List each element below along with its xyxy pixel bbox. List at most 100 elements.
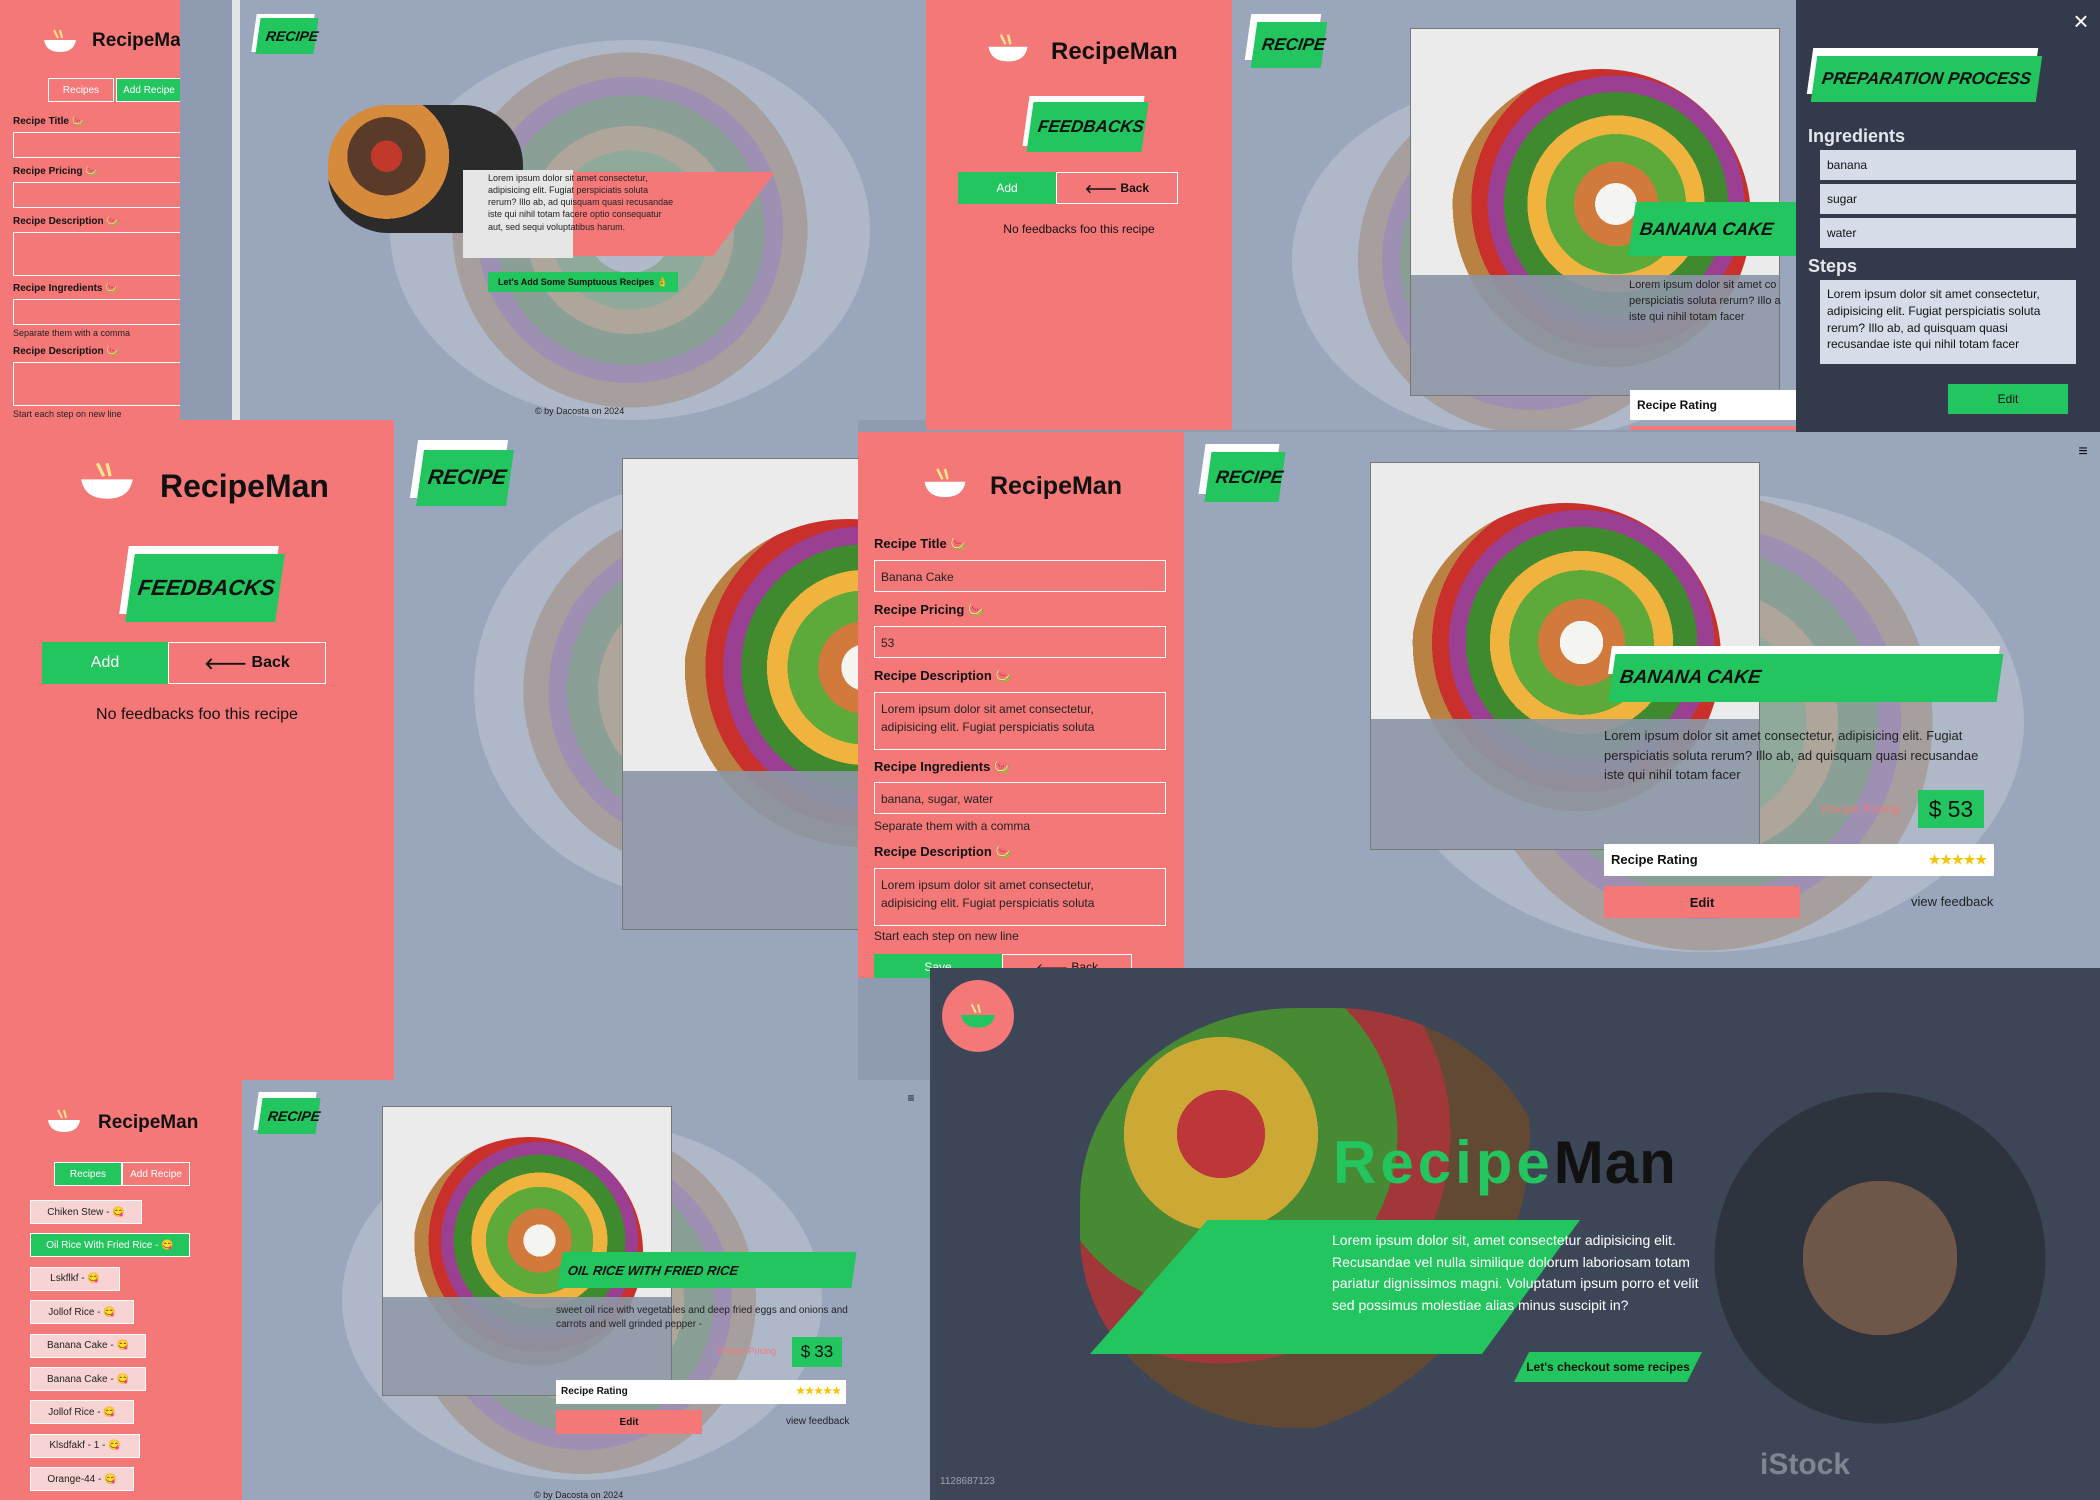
recipe-name: BANANA CAKE [1608,654,2004,702]
feedback-panel-large: RecipeMan FEEDBACKS Add 🡐 Back No feedba… [0,420,394,1080]
ingredients-input[interactable]: banana, sugar, water [874,782,1166,814]
steps-textarea[interactable]: Lorem ipsum dolor sit amet consectetur, … [874,868,1166,926]
prep-title: PREPARATION PROCESS [1810,56,2043,102]
description-textarea[interactable]: Lorem ipsum dolor sit amet consectetur, … [874,692,1166,750]
steps-heading: Steps [1808,256,1858,276]
steps-text: Lorem ipsum dolor sit amet consectetur, … [1820,280,2076,364]
label-description: Recipe Description 🍉 [13,216,119,227]
ingredients-hint: Separate them with a comma [874,819,1031,833]
logo [46,1108,82,1134]
label-steps: Recipe Description 🍉 [874,844,1012,859]
checkout-recipes-cta[interactable]: Let's checkout some recipes [1514,1352,1702,1382]
add-recipe-sidebar: RecipeMan Recipes Add Recipe Recipe Titl… [0,0,180,420]
label-description: Recipe Description 🍉 [874,668,1012,683]
preparation-drawer: × PREPARATION PROCESS Ingredients banana… [1796,0,2100,432]
vegetables-backdrop [1080,1008,1550,1428]
price-badge: $33 [792,1337,842,1367]
recipe-description: Lorem ipsum dolor sit amet consectetur, … [1604,728,1979,782]
feedback-empty: No feedbacks foo this recipe [1003,222,1155,236]
feedback-empty: No feedbacks foo this recipe [96,706,298,723]
recipe-tag: RECIPE [257,1098,321,1134]
ingredient-item: banana [1820,150,2076,180]
rating-stars: ★★★★★ [1928,852,1987,867]
landing-text: Lorem ipsum dolor sit, amet consectetur … [1332,1232,1699,1314]
prep-edit-button[interactable]: Edit [1948,384,2068,414]
footer: © by Dacosta on 2024 [534,1490,624,1500]
recipe-detail-panel-1: RECIPE BANANA CAKE Lorem ipsum dolor sit… [1232,0,1802,430]
label-pricing: Recipe Pricing 🍉 [13,166,98,177]
feedback-add-button[interactable]: Add [958,172,1056,204]
recipe-tag: RECIPE [1250,22,1328,68]
rating-bar: Recipe Rating ★★★★★ [1604,844,1994,876]
rating-bar: Recipe Rating [1630,390,1802,420]
logo [986,32,1030,64]
label-pricing: Recipe Pricing 🍉 [874,602,985,617]
tab-add-recipe[interactable]: Add Recipe [116,78,180,102]
pricing-input[interactable]: 53 [874,626,1166,658]
recipe-image [382,1106,672,1396]
ingredients-hint: Separate them with a comma [13,328,131,338]
brand-title: RecipeMan [1051,38,1178,65]
label-title: Recipe Title 🍉 [13,116,85,127]
brand-title: RecipeMan [990,472,1122,500]
tab-recipes[interactable]: Recipes [48,78,114,102]
recipe-list-item[interactable]: Chiken Stew - 😋 [30,1200,142,1224]
logo [42,28,78,54]
steps-hint: Start each step on new line [13,409,122,419]
recipe-list-item[interactable]: Lskflkf - 😋 [30,1266,120,1291]
title-input[interactable] [13,132,180,158]
feedback-back-button[interactable]: 🡐 Back [1056,172,1178,204]
stock-watermark: iStock [1760,1448,1851,1481]
description-textarea[interactable] [13,232,180,276]
recipe-list-item[interactable]: Jollof Rice - 😋 [30,1400,134,1425]
rating-bar: Recipe Rating ★★★★★ [556,1380,846,1404]
back-arrow-icon: 🡐 [204,655,252,673]
recipe-description: Lorem ipsum dolor sit amet co perspiciat… [1629,279,1781,323]
ingredient-item: water [1820,218,2076,248]
footer: © by Dacosta on 2024 [535,406,625,416]
label-steps: Recipe Description 🍉 [13,346,119,357]
rating-stars: ★★★★★ [796,1386,841,1397]
logo [78,460,136,502]
recipe-name: OIL RICE WITH FRIED RICE [557,1252,857,1288]
recipe-list-item[interactable]: Orange-44 - 😋 [30,1467,134,1492]
pricing-input[interactable] [13,182,180,208]
view-feedback-link[interactable]: view feedback [1911,894,1993,909]
close-icon[interactable]: × [2066,6,2096,36]
recipe-list-item[interactable]: Jollof Rice - 😋 [30,1300,134,1325]
brand-title: RecipeMan [98,1112,199,1133]
recipe-tag: RECIPE [255,18,319,54]
edit-button[interactable]: Edit [556,1410,702,1434]
menu-icon[interactable]: ≡ [902,1090,920,1106]
tab-recipes[interactable]: Recipes [54,1162,122,1186]
view-feedback-link[interactable]: view feedback [786,1416,849,1427]
feedback-back-button[interactable]: 🡐 Back [168,642,326,684]
steps-textarea[interactable] [13,362,180,406]
ingredients-heading: Ingredients [1808,126,1906,146]
recipe-description: sweet oil rice with vegetables and deep … [556,1305,848,1330]
edit-button[interactable]: Edit [1604,886,1800,918]
hero-text: Lorem ipsum dolor sit amet consectetur, … [488,173,674,232]
recipe-detail-panel-3: ≡ RECIPE BANANA CAKE Lorem ipsum dolor s… [1184,432,2100,968]
title-input[interactable]: Banana Cake [874,560,1166,592]
edit-button-sliver[interactable] [1630,426,1802,430]
recipe-list-item[interactable]: Oil Rice With Fried Rice - 😋 [30,1233,190,1258]
brand-title: RecipeMan [160,468,329,504]
recipe-list-item[interactable]: Klsdfakf - 1 - 😋 [30,1433,140,1458]
plate-backdrop [1690,1058,2070,1458]
label-title: Recipe Title 🍉 [874,536,967,551]
add-recipes-cta[interactable]: Let's Add Some Sumptuous Recipes 👌 [488,272,678,292]
sidebar-scrollbar[interactable] [232,0,240,420]
recipe-list-item[interactable]: Banana Cake - 😋 [30,1333,146,1358]
stock-id: 1128687123 [940,1476,995,1487]
recipe-detail-panel-2: RECIPE [394,420,858,1080]
recipe-tag: RECIPE [1204,452,1286,502]
landing-title: RecipeMan [1333,1129,1677,1196]
recipe-list-item[interactable]: Banana Cake - 😋 [30,1367,146,1391]
back-arrow-icon: 🡐 [1084,181,1121,196]
ingredients-input[interactable] [13,299,180,325]
tab-add-recipe[interactable]: Add Recipe [122,1162,190,1186]
landing-panel: RecipeMan Lorem ipsum dolor sit, amet co… [930,968,2100,1500]
menu-icon[interactable]: ≡ [2072,442,2094,462]
feedback-add-button[interactable]: Add [42,642,168,684]
